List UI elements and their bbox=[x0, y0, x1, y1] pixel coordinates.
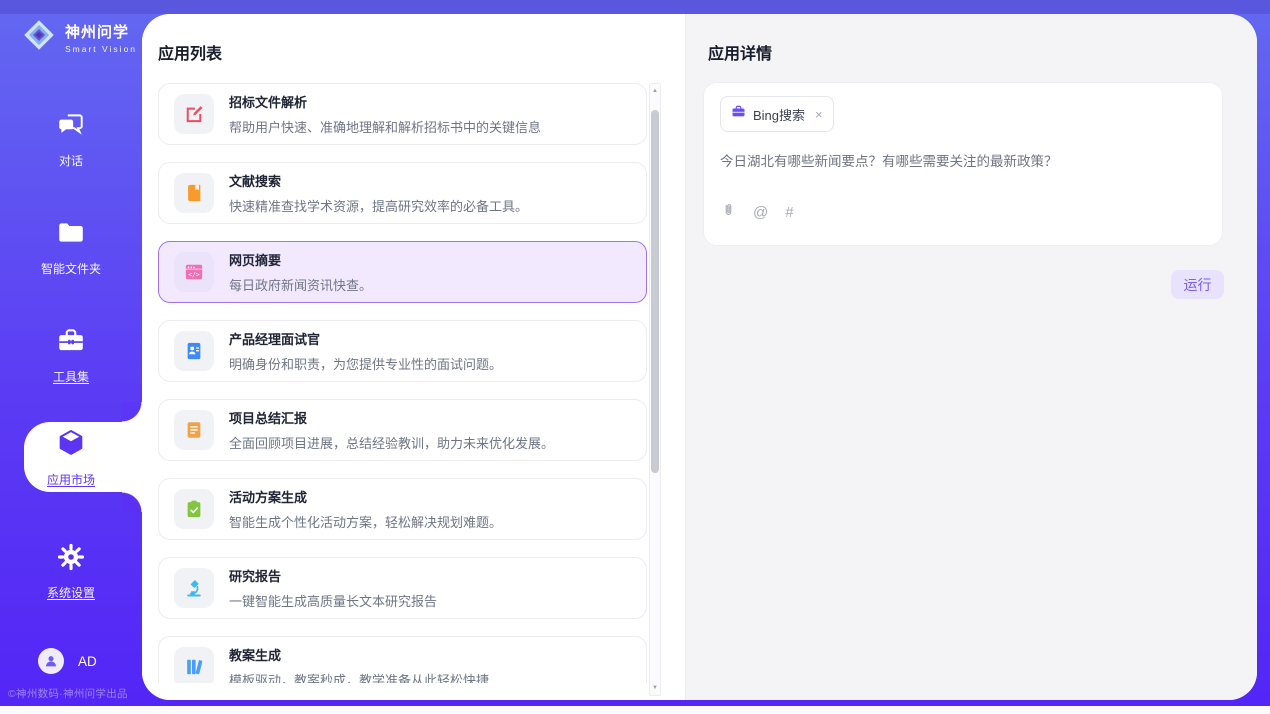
sidebar-item-label: 应用市场 bbox=[47, 471, 95, 488]
scrollbar-thumb[interactable] bbox=[651, 110, 659, 473]
app-card-desc: 一键智能生成高质量长文本研究报告 bbox=[229, 591, 437, 610]
brand-subtitle: Smart Vision bbox=[65, 44, 137, 54]
query-input-card[interactable]: Bing搜索 × 今日湖北有哪些新闻要点？有哪些需要关注的最新政策？ @ # bbox=[703, 82, 1223, 246]
app-list-scrollbar[interactable]: ▲ ▼ bbox=[649, 83, 661, 696]
sidebar-item-chat[interactable]: 对话 bbox=[0, 110, 142, 169]
window-top-strip bbox=[0, 0, 1270, 14]
app-card-research-report[interactable]: 研究报告 一键智能生成高质量长文本研究报告 bbox=[158, 557, 647, 619]
app-card-desc: 模板驱动，教案秒成，教学准备从此轻松快捷 bbox=[229, 670, 489, 683]
bubble-fillet-top bbox=[122, 402, 142, 422]
app-card-project-summary[interactable]: 项目总结汇报 全面回顾项目进展，总结经验教训，助力未来优化发展。 bbox=[158, 399, 647, 461]
edit-document-icon bbox=[174, 94, 214, 134]
app-card-title: 研究报告 bbox=[229, 566, 437, 585]
run-button[interactable]: 运行 bbox=[1171, 270, 1224, 299]
sidebar-item-label: 对话 bbox=[59, 152, 83, 169]
close-icon[interactable]: × bbox=[815, 107, 823, 122]
app-card-list: 招标文件解析 帮助用户快速、准确地理解和解析招标书中的关键信息 文 bbox=[158, 83, 647, 683]
copyright-text: ©神州数码·神州问学出品 bbox=[8, 686, 142, 701]
app-card-event-plan[interactable]: 活动方案生成 智能生成个性化活动方案，轻松解决规划难题。 bbox=[158, 478, 647, 540]
diamond-logo-icon bbox=[20, 16, 58, 59]
app-card-title: 文献搜索 bbox=[229, 171, 528, 190]
app-card-literature-search[interactable]: 文献搜索 快速精准查找学术资源，提高研究效率的必备工具。 bbox=[158, 162, 647, 224]
sidebar-item-app-market[interactable]: 应用市场 bbox=[0, 427, 142, 488]
app-card-web-summary[interactable]: </> 网页摘要 每日政府新闻资讯快查。 bbox=[158, 241, 647, 303]
query-text-input[interactable]: 今日湖北有哪些新闻要点？有哪些需要关注的最新政策？ bbox=[720, 152, 1208, 172]
user-account[interactable]: AD bbox=[38, 648, 97, 674]
paperclip-icon[interactable] bbox=[721, 201, 736, 223]
app-card-pm-interviewer[interactable]: 产品经理面试官 明确身份和职责，为您提供专业性的面试问题。 bbox=[158, 320, 647, 382]
app-card-lesson-plan[interactable]: 教案生成 模板驱动，教案秒成，教学准备从此轻松快捷 bbox=[158, 636, 647, 683]
scrollbar-down-icon[interactable]: ▼ bbox=[650, 685, 660, 691]
app-card-title: 项目总结汇报 bbox=[229, 408, 554, 427]
microscope-icon bbox=[174, 568, 214, 608]
app-card-title: 网页摘要 bbox=[229, 250, 372, 269]
app-card-title: 活动方案生成 bbox=[229, 487, 502, 506]
gear-icon bbox=[56, 542, 86, 577]
sidebar-item-label: 智能文件夹 bbox=[41, 260, 101, 277]
hash-icon[interactable]: # bbox=[785, 204, 793, 221]
app-card-title: 产品经理面试官 bbox=[229, 329, 502, 348]
purple-frame: 神州问学 Smart Vision 对话 bbox=[0, 14, 1270, 714]
browser-code-icon: </> bbox=[174, 252, 214, 292]
app-card-desc: 每日政府新闻资讯快查。 bbox=[229, 275, 372, 294]
app-list-panel: 应用列表 招标文件解析 帮助用户快速、准确地理解和解析招标书中的关键信息 bbox=[142, 14, 685, 700]
brand-name: 神州问学 bbox=[65, 21, 137, 42]
app-card-desc: 明确身份和职责，为您提供专业性的面试问题。 bbox=[229, 354, 502, 373]
app-window: 神州问学 Smart Vision 对话 bbox=[0, 0, 1270, 714]
book-icon bbox=[174, 173, 214, 213]
sidebar-item-settings[interactable]: 系统设置 bbox=[0, 542, 142, 601]
app-card-title: 教案生成 bbox=[229, 645, 489, 664]
avatar bbox=[38, 648, 64, 674]
tool-tag-label: Bing搜索 bbox=[753, 105, 805, 124]
folder-icon bbox=[56, 218, 86, 253]
app-card-title: 招标文件解析 bbox=[229, 92, 541, 111]
app-card-desc: 帮助用户快速、准确地理解和解析招标书中的关键信息 bbox=[229, 117, 541, 136]
input-toolbar: @ # bbox=[721, 201, 794, 223]
bubble-fillet-bottom bbox=[122, 492, 142, 512]
app-detail-panel: 应用详情 Bing搜索 × 今日湖北有哪些新闻要点？ bbox=[685, 14, 1257, 700]
sidebar-item-label: 系统设置 bbox=[47, 584, 95, 601]
sidebar-item-toolset[interactable]: 工具集 bbox=[0, 326, 142, 385]
briefcase-icon bbox=[731, 104, 746, 124]
app-card-desc: 快速精准查找学术资源，提高研究效率的必备工具。 bbox=[229, 196, 528, 215]
app-card-desc: 智能生成个性化活动方案，轻松解决规划难题。 bbox=[229, 512, 502, 531]
books-icon bbox=[174, 647, 214, 683]
at-icon[interactable]: @ bbox=[753, 204, 768, 221]
chat-icon bbox=[56, 110, 86, 145]
app-card-desc: 全面回顾项目进展，总结经验教训，助力未来优化发展。 bbox=[229, 433, 554, 452]
scrollbar-up-icon[interactable]: ▲ bbox=[650, 88, 660, 94]
document-lines-icon bbox=[174, 410, 214, 450]
app-detail-title: 应用详情 bbox=[708, 40, 772, 64]
tool-tag-bing-search[interactable]: Bing搜索 × bbox=[720, 96, 834, 132]
window-bottom-strip bbox=[0, 706, 1270, 714]
toolbox-icon bbox=[56, 326, 86, 361]
main-content: 应用列表 招标文件解析 帮助用户快速、准确地理解和解析招标书中的关键信息 bbox=[142, 14, 1257, 700]
sidebar-item-smart-folder[interactable]: 智能文件夹 bbox=[0, 218, 142, 277]
person-document-icon bbox=[174, 331, 214, 371]
app-list-title: 应用列表 bbox=[158, 40, 222, 64]
clipboard-check-icon bbox=[174, 489, 214, 529]
brand-logo: 神州问学 Smart Vision bbox=[20, 16, 137, 59]
sidebar: 神州问学 Smart Vision 对话 bbox=[0, 14, 142, 706]
user-name: AD bbox=[78, 654, 97, 669]
cube-icon bbox=[55, 427, 87, 464]
sidebar-item-label: 工具集 bbox=[53, 368, 89, 385]
app-card-bid-document-analysis[interactable]: 招标文件解析 帮助用户快速、准确地理解和解析招标书中的关键信息 bbox=[158, 83, 647, 145]
svg-text:</>: </> bbox=[188, 271, 200, 278]
